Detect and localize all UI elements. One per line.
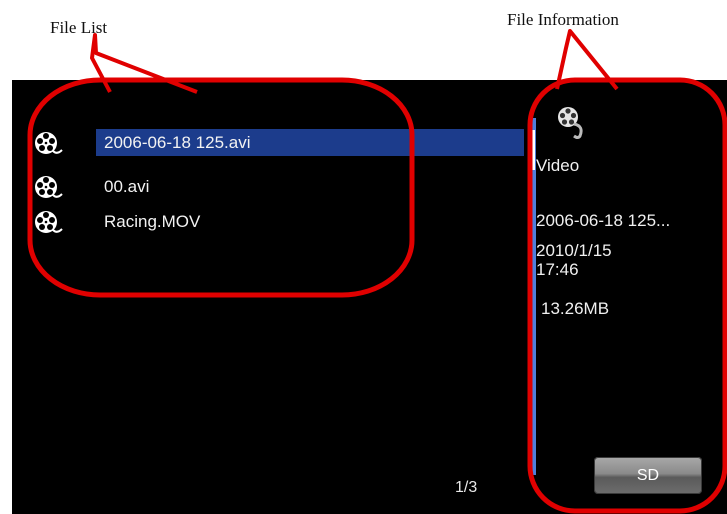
file-list-caption: File List	[50, 18, 108, 37]
page-indicator: 1/3	[455, 479, 478, 496]
file-date: 2010/1/15	[536, 241, 612, 260]
video-reel-icon	[35, 176, 63, 198]
scrollbar-thumb[interactable]	[530, 130, 535, 170]
video-reel-icon	[35, 132, 63, 154]
file-list-item[interactable]: Racing.MOV	[12, 206, 524, 236]
file-name: 2006-06-18 125.avi	[96, 129, 524, 156]
film-reel-icon	[558, 107, 583, 139]
file-time: 17:46	[536, 260, 579, 279]
file-type-label: Video	[536, 156, 580, 175]
sd-source-button[interactable]: SD	[594, 457, 702, 494]
file-name-info: 2006-06-18 125...	[536, 211, 671, 230]
file-information-caption: File Information	[507, 10, 619, 29]
file-list-item[interactable]: 2006-06-18 125.avi	[12, 127, 524, 157]
file-size-info: 13.26MB	[541, 299, 610, 318]
file-name: 00.avi	[104, 177, 150, 196]
file-list-item[interactable]: 00.avi	[12, 171, 524, 201]
file-name: Racing.MOV	[104, 212, 201, 231]
media-player-screen: 2006-06-18 125.avi 00.avi Racing.MOV 1/3	[12, 80, 727, 514]
file-list-scrollbar[interactable]	[529, 118, 536, 475]
video-reel-icon	[35, 211, 63, 233]
file-date-info: 2010/1/15 17:46	[536, 241, 696, 279]
